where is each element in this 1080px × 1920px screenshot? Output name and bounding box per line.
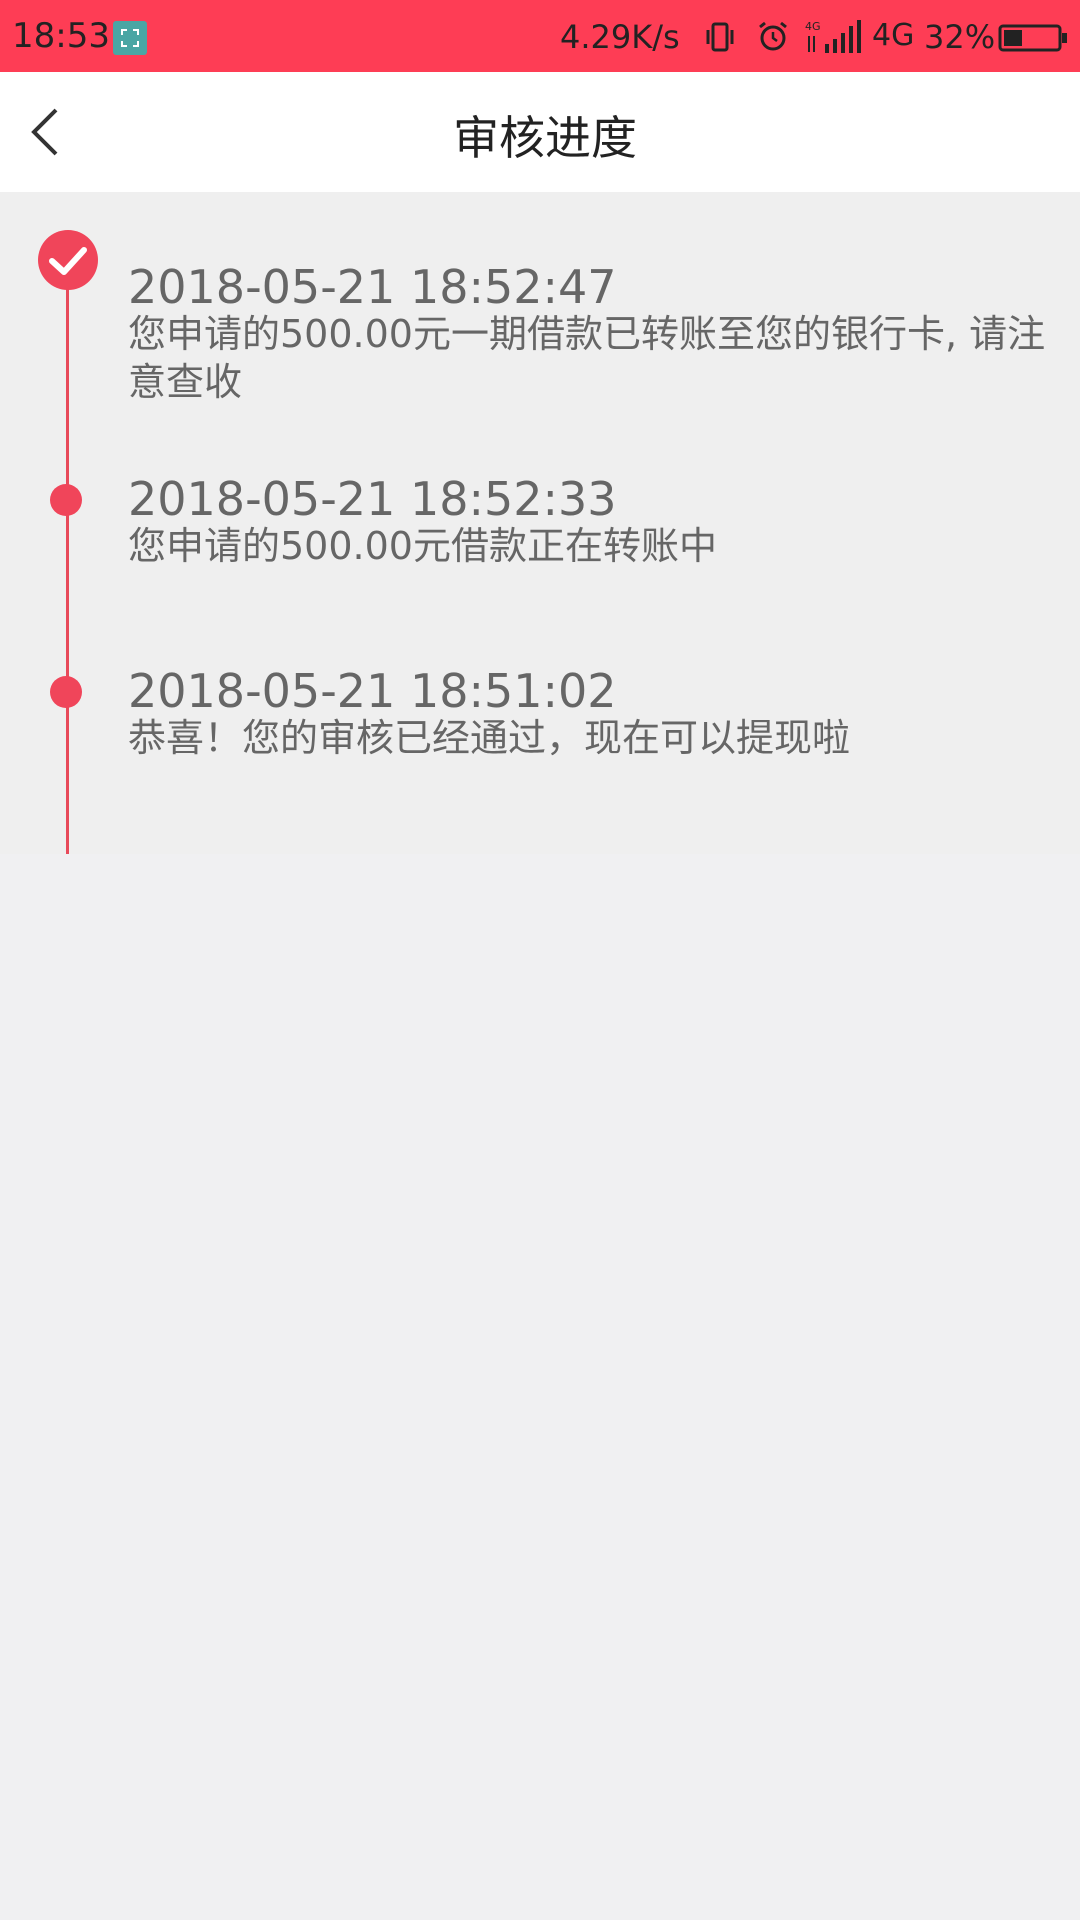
timeline-marker-dot [50, 484, 82, 516]
svg-text:4G: 4G [805, 20, 821, 33]
check-icon [49, 247, 87, 275]
status-time: 18:53 [12, 16, 110, 56]
timeline-marker-dot [50, 676, 82, 708]
header-bar: 审核进度 [0, 72, 1080, 192]
alarm-icon [759, 21, 787, 51]
timeline-entry-text: 您申请的500.00元借款正在转账中 [128, 524, 717, 568]
network-type: 4G [872, 18, 915, 53]
battery-percent: 32% [924, 18, 996, 56]
status-bar: 18:53 4.29K/s 4G 4G 32% [0, 0, 1080, 72]
timeline-line [66, 282, 69, 854]
screenshot-app-icon [113, 21, 147, 55]
timeline-entry-time: 2018-05-21 18:52:47 [128, 260, 617, 314]
signal-icon: 4G [805, 20, 861, 53]
timeline-marker-completed [38, 230, 98, 290]
timeline-entry-text: 您申请的500.00元一期借款已转账至您的银行卡, 请注意查收 [128, 312, 1046, 404]
network-speed: 4.29K/s [560, 18, 680, 56]
timeline-entry-time: 2018-05-21 18:51:02 [128, 664, 617, 718]
review-progress-timeline: 2018-05-21 18:52:47 您申请的500.00元一期借款已转账至您… [0, 192, 1080, 854]
vibrate-icon [706, 22, 734, 52]
page-title: 审核进度 [453, 111, 637, 165]
timeline-entry-time: 2018-05-21 18:52:33 [128, 472, 617, 526]
timeline-entry-text: 恭喜！您的审核已经通过，现在可以提现啦 [128, 716, 851, 760]
battery-icon [998, 24, 1067, 52]
